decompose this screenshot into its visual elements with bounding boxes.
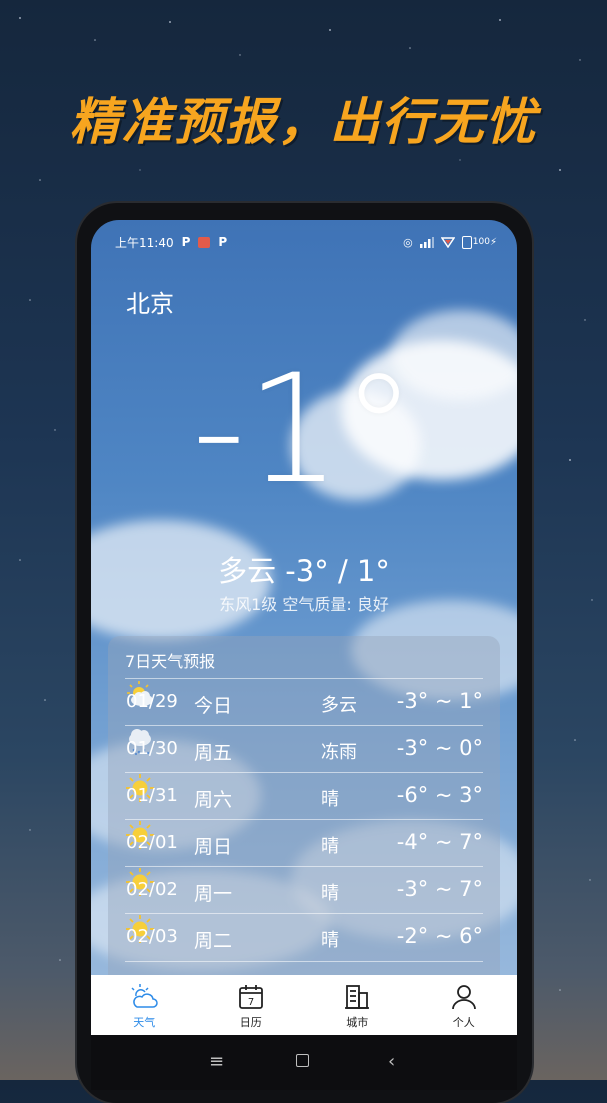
forecast-row[interactable]: 02/03 周二 晴 -2° ~ 6° — [125, 913, 483, 962]
forecast-range: -6° ~ 3° — [396, 783, 483, 807]
tab-profile-label: 个人 — [452, 1016, 475, 1029]
calendar-icon-day: 7 — [248, 997, 254, 1008]
forecast-day: 周一 — [194, 883, 233, 905]
forecast-row[interactable]: 01/31 周六 晴 -6° ~ 3° — [125, 772, 483, 820]
forecast-day: 周二 — [194, 930, 233, 952]
forecast-date: 01/31 — [126, 785, 178, 806]
forecast-date: 01/30 — [126, 738, 178, 759]
tab-profile[interactable]: 个人 — [411, 975, 518, 1035]
wifi-icon — [440, 237, 455, 248]
current-temperature: -1° — [191, 343, 417, 517]
forecast-desc: 多云 — [321, 695, 357, 716]
city-icon — [345, 985, 370, 1009]
wind-air-quality: 东风1级 空气质量: 良好 — [219, 595, 389, 614]
forecast-range: -3° ~ 1° — [396, 689, 483, 713]
forecast-date: 01/29 — [126, 691, 178, 712]
status-time: 上午11:40 — [115, 235, 174, 250]
tab-city-label: 城市 — [346, 1016, 369, 1029]
city-name[interactable]: 北京 — [126, 284, 174, 319]
person-icon — [451, 985, 476, 1010]
forecast-day: 周日 — [194, 836, 233, 858]
forecast-range: -3° ~ 7° — [396, 877, 483, 901]
signal-icon — [419, 236, 434, 248]
forecast-range: -3° ~ 0° — [396, 736, 483, 760]
menu-icon[interactable]: ≡ — [209, 1051, 224, 1072]
forecast-row[interactable]: 02/02 周一 晴 -3° ~ 7° — [125, 866, 483, 914]
forecast-row[interactable]: 02/01 周日 晴 -4° ~ 7° — [125, 819, 483, 867]
system-nav-bar: ≡ ‹ — [91, 1035, 517, 1090]
forecast-day: 周五 — [194, 742, 233, 764]
bottom-tab-bar: 天气 7 日历 城市 个人 — [91, 975, 517, 1035]
parking-app-icon-2: P — [218, 235, 228, 249]
tab-weather[interactable]: 天气 — [91, 975, 198, 1035]
forecast-desc: 冻雨 — [321, 742, 357, 763]
notification-icon — [198, 236, 211, 248]
forecast-desc: 晴 — [321, 930, 339, 951]
forecast-date: 02/02 — [126, 879, 178, 900]
globe-icon: ◎ — [403, 235, 413, 249]
forecast-title: 7日天气预报 — [125, 652, 216, 671]
tab-calendar[interactable]: 7 日历 — [198, 975, 305, 1035]
forecast-date: 02/01 — [126, 832, 178, 853]
forecast-date: 02/03 — [126, 926, 178, 947]
forecast-day: 今日 — [194, 695, 233, 717]
forecast-range: -4° ~ 7° — [396, 830, 483, 854]
calendar-icon: 7 — [238, 985, 263, 1009]
tab-city[interactable]: 城市 — [304, 975, 411, 1035]
back-icon[interactable]: ‹ — [388, 1051, 395, 1072]
condition-range: 多云 -3° / 1° — [218, 554, 390, 588]
forecast-row[interactable]: 01/29 今日 多云 -3° ~ 1° — [125, 678, 483, 726]
app-screen: 上午11:40 P P ◎ 100 ⚡ 北京 -1° 多云 -3° / 1° 东… — [91, 220, 517, 1090]
tab-weather-label: 天气 — [133, 1016, 156, 1029]
forecast-row[interactable]: 01/30 周五 冻雨 -3° ~ 0° — [125, 725, 483, 773]
status-bar: 上午11:40 P P ◎ 100 ⚡ — [115, 232, 497, 252]
battery-level: 100 — [472, 237, 490, 247]
forecast-day: 周六 — [194, 789, 233, 811]
forecast-range: -2° ~ 6° — [396, 924, 483, 948]
promo-headline: 精准预报，出行无忧 — [69, 92, 538, 151]
tab-calendar-label: 日历 — [239, 1016, 262, 1029]
battery-icon: 100 ⚡ — [461, 235, 497, 249]
home-icon[interactable] — [296, 1054, 309, 1067]
forecast-desc: 晴 — [321, 836, 339, 857]
forecast-desc: 晴 — [321, 883, 339, 904]
weather-icon — [131, 984, 158, 1008]
forecast-desc: 晴 — [321, 789, 339, 810]
forecast-card: 7日天气预报 01/29 今日 多云 -3° ~ 1° 01/30 周五 冻雨 … — [108, 636, 500, 996]
parking-app-icon: P — [181, 235, 191, 249]
